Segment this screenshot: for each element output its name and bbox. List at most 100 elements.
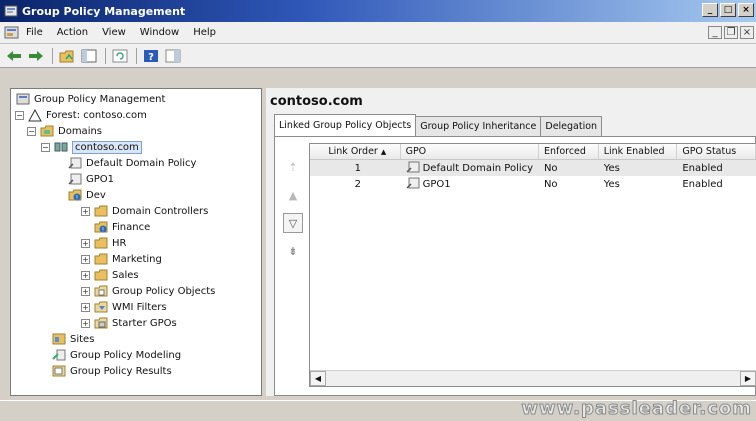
collapse-toggle[interactable]: − [15,110,24,120]
tree-item-gpm-root[interactable]: Group Policy Management [15,91,165,107]
scroll-right-icon[interactable]: ▶ [740,371,756,386]
close-button[interactable]: × [738,3,754,17]
ou-folder-icon [93,268,109,282]
menu-bar: File Action View Window Help _ ❐ × [0,22,756,44]
title-bar: Group Policy Management _ □ × [0,0,756,22]
page-title: contoso.com [270,94,363,109]
starter-gpo-folder-icon [93,316,109,330]
gpo-link-icon [67,172,83,186]
toolbar-separator [105,47,106,64]
cell-gpo-status: Enabled [682,178,723,190]
ou-blocked-icon: ! [93,220,109,234]
gpo-link-icon [67,156,83,170]
expand-toggle[interactable]: + [81,206,90,216]
menu-window[interactable]: Window [140,27,179,38]
tree-item-hr[interactable]: + HR [81,235,126,251]
svg-text:!: ! [76,195,78,202]
tree-item-gpo1[interactable]: GPO1 [67,171,114,187]
mdi-close-button[interactable]: × [740,26,754,39]
menu-view[interactable]: View [102,27,126,38]
up-folder-icon[interactable] [57,47,77,65]
horizontal-scrollbar[interactable]: ◀ ▶ [310,370,756,386]
tree-item-default-domain-policy[interactable]: Default Domain Policy [67,155,196,171]
tree-item-forest[interactable]: − Forest: contoso.com [15,107,147,123]
tree-item-contoso[interactable]: − contoso.com [41,139,142,155]
cell-link-enabled: Yes [603,162,620,174]
tree-item-domains[interactable]: − Domains [27,123,102,139]
forest-icon [27,108,43,122]
collapse-toggle[interactable]: − [27,126,36,136]
console-tree: Group Policy Management − Forest: contos… [10,88,262,396]
tab-gp-inheritance[interactable]: Group Policy Inheritance [415,116,542,136]
ou-folder-icon [93,204,109,218]
forward-arrow-icon[interactable] [26,47,46,65]
gpo-link-icon [406,161,420,176]
mdi-restore-button[interactable]: ❐ [724,26,738,39]
tree-item-gp-modeling[interactable]: Group Policy Modeling [51,347,181,363]
refresh-icon[interactable] [110,47,130,65]
table-header: Link Order ▲ GPO Enforced Link Enabled G… [310,144,756,160]
tree-item-gp-results[interactable]: Group Policy Results [51,363,172,379]
gpmc-icon [15,92,31,106]
linked-gpos-panel: ⇡ ▲ ▽ ⇟ Link Order ▲ GPO Enforced Link E… [274,136,756,396]
gpo-folder-icon [93,284,109,298]
cell-enforced: No [543,162,558,174]
tree-item-wmi-filters[interactable]: + WMI Filters [81,299,167,315]
column-header-gpo[interactable]: GPO [401,144,539,159]
expand-toggle[interactable]: + [81,286,90,296]
move-to-bottom-icon[interactable]: ⇟ [283,241,303,261]
move-to-top-icon[interactable]: ⇡ [283,157,303,177]
gpmc-app-icon [4,4,18,18]
collapse-toggle[interactable]: − [41,142,50,152]
column-header-link-enabled[interactable]: Link Enabled [599,144,678,159]
expand-toggle[interactable]: + [81,270,90,280]
ou-blocked-icon: ! [67,188,83,202]
results-icon [51,364,67,378]
cell-gpo: GPO1 [401,176,539,192]
details-pane: contoso.com Linked Group Policy Objects … [266,88,756,396]
toolbar-separator [52,47,53,64]
tree-item-marketing[interactable]: + Marketing [81,251,162,267]
tab-linked-gpos[interactable]: Linked Group Policy Objects [274,114,417,136]
cell-link-enabled: Yes [603,178,620,190]
column-header-gpo-status[interactable]: GPO Status [677,144,756,159]
table-row[interactable]: 2 GPO1 No Yes Enabled [310,176,756,192]
move-down-icon[interactable]: ▽ [283,213,303,233]
sites-icon [51,332,67,346]
column-header-enforced[interactable]: Enforced [539,144,599,159]
expand-toggle[interactable]: + [81,302,90,312]
properties-pane-icon[interactable] [163,47,183,65]
menu-action[interactable]: Action [57,27,88,38]
menu-file[interactable]: File [26,27,43,38]
cell-link-order: 1 [354,162,361,174]
tree-item-group-policy-objects[interactable]: + Group Policy Objects [81,283,215,299]
tree-item-sites[interactable]: Sites [51,331,94,347]
tree-item-starter-gpos[interactable]: + Starter GPOs [81,315,177,331]
move-up-icon[interactable]: ▲ [283,185,303,205]
toolbar: ? [0,44,756,68]
tree-item-domain-controllers[interactable]: + Domain Controllers [81,203,208,219]
show-hide-tree-icon[interactable] [79,47,99,65]
column-header-link-order[interactable]: Link Order ▲ [310,144,401,159]
table-row[interactable]: 1 Default Domain Policy No Yes Enabled [310,160,756,176]
help-icon[interactable]: ? [141,47,161,65]
mdi-minimize-button[interactable]: _ [708,26,722,39]
console-icon[interactable] [4,25,20,41]
scroll-left-icon[interactable]: ◀ [310,371,326,386]
cell-link-order: 2 [354,178,361,190]
menu-help[interactable]: Help [193,27,216,38]
back-arrow-icon[interactable] [4,47,24,65]
tree-item-dev[interactable]: ! Dev [67,187,106,203]
modeling-icon [51,348,67,362]
domain-icon [53,140,69,154]
expand-toggle[interactable]: + [81,254,90,264]
tree-item-finance[interactable]: ! Finance [93,219,150,235]
tab-delegation[interactable]: Delegation [540,116,603,136]
minimize-button[interactable]: _ [702,3,718,17]
tab-strip: Linked Group Policy Objects Group Policy… [274,114,603,136]
tree-item-sales[interactable]: + Sales [81,267,139,283]
expand-toggle[interactable]: + [81,238,90,248]
expand-toggle[interactable]: + [81,318,90,328]
maximize-button[interactable]: □ [720,3,736,17]
wmi-filter-folder-icon [93,300,109,314]
